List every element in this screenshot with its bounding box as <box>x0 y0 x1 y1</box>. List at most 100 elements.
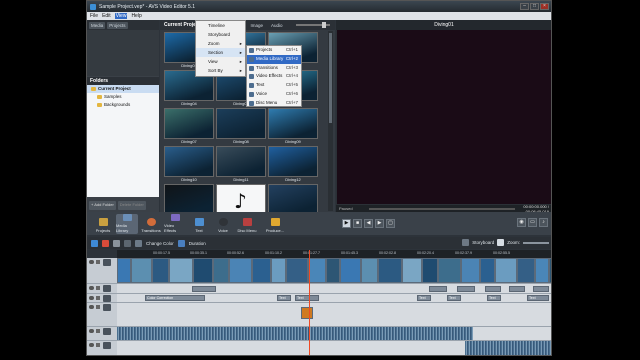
voice-button[interactable]: Voice <box>212 214 234 234</box>
section-projects[interactable]: Projects Ctrl+1 <box>247 46 301 55</box>
minimize-button[interactable]: – <box>520 3 529 10</box>
video-clip[interactable] <box>169 258 193 283</box>
video-clip[interactable] <box>461 258 480 283</box>
transitions-button[interactable]: Transitions <box>140 214 162 234</box>
overlay-track[interactable] <box>117 303 551 327</box>
audio-track[interactable] <box>117 327 551 341</box>
video-clip[interactable] <box>402 258 422 283</box>
preview-seek-bar[interactable] <box>369 207 515 210</box>
menu-file[interactable]: File <box>90 13 98 19</box>
view-menu-section[interactable]: Section ▸ <box>196 48 245 57</box>
section-transitions[interactable]: Transitions Ctrl+3 <box>247 64 301 73</box>
lock-icon[interactable] <box>96 343 100 347</box>
change-color-icon[interactable] <box>135 239 142 247</box>
disc-menu-button[interactable]: Disc Menu <box>236 214 258 234</box>
lock-icon[interactable] <box>96 329 100 333</box>
folder-current-project[interactable]: Current Project <box>87 85 159 93</box>
eye-icon[interactable] <box>89 260 94 264</box>
media-thumbnail[interactable]: Diving10 <box>164 146 214 184</box>
filter-image[interactable]: Image <box>248 22 265 29</box>
delete-folder-button[interactable]: Delete Folder <box>117 201 146 210</box>
edit-icon[interactable] <box>91 239 98 247</box>
scrollbar-thumb[interactable] <box>329 33 332 123</box>
video-clip[interactable] <box>152 258 169 283</box>
effect-clip[interactable] <box>457 286 475 292</box>
lock-icon[interactable] <box>96 286 100 290</box>
timeline-zoom-slider[interactable] <box>523 241 549 244</box>
view-menu-storyboard[interactable]: Storyboard <box>196 30 245 39</box>
text-clip[interactable]: Text <box>295 295 319 301</box>
section-voice[interactable]: Voice Ctrl+6 <box>247 90 301 99</box>
video-clip[interactable] <box>326 258 340 283</box>
video-clip[interactable] <box>117 258 131 283</box>
add-folder-button[interactable]: + Add Folder <box>89 201 116 210</box>
fullscreen-button[interactable]: ▢ <box>386 218 395 228</box>
text-clip[interactable]: Text <box>417 295 431 301</box>
stop-button[interactable]: ■ <box>353 218 362 228</box>
text-button[interactable]: Text <box>188 214 210 234</box>
music-track[interactable] <box>117 341 551 355</box>
video-clip[interactable] <box>229 258 252 283</box>
view-menu-timeline[interactable]: Timeline <box>196 21 245 30</box>
effect-clip[interactable] <box>485 286 501 292</box>
folder-samples[interactable]: Samples <box>87 93 159 101</box>
section-media-library[interactable]: Media Library Ctrl+2 <box>247 54 301 64</box>
video-clip[interactable] <box>535 258 549 283</box>
slider-knob[interactable] <box>322 22 327 28</box>
video-effects-button[interactable]: Video Effects <box>164 213 186 234</box>
overlay-clip[interactable] <box>301 307 313 319</box>
section-disc-menu[interactable]: Disc Menu Ctrl+7 <box>247 99 301 108</box>
lock-icon[interactable] <box>96 296 100 300</box>
volume-icon[interactable]: ♪ <box>539 218 548 227</box>
camera-icon[interactable] <box>497 239 505 246</box>
video-clip[interactable] <box>286 258 308 283</box>
monitor-icon[interactable]: ▭ <box>528 218 537 227</box>
filter-audio[interactable]: Audio <box>269 22 285 29</box>
menu-edit[interactable]: Edit <box>102 13 111 19</box>
text-clip[interactable]: Color Correction <box>145 295 205 301</box>
timeline-playhead[interactable] <box>309 250 310 355</box>
video-clip[interactable] <box>378 258 402 283</box>
video-track[interactable] <box>117 258 551 284</box>
view-menu-sort-by[interactable]: Sort By ▸ <box>196 66 245 75</box>
view-menu-zoom[interactable]: Zoom ▸ <box>196 39 245 48</box>
section-text[interactable]: Text Ctrl+5 <box>247 81 301 90</box>
duration-icon[interactable] <box>177 239 185 247</box>
video-clip[interactable] <box>361 258 378 283</box>
projects-button[interactable]: Projects <box>92 214 114 234</box>
split-icon[interactable] <box>113 239 120 247</box>
change-color-button[interactable]: Change Color <box>146 241 174 246</box>
text-clip[interactable]: Text <box>447 295 461 301</box>
video-clip[interactable] <box>438 258 461 283</box>
lock-icon[interactable] <box>96 260 100 264</box>
play-button[interactable]: ▶ <box>342 218 351 228</box>
video-clip[interactable] <box>193 258 213 283</box>
video-clip[interactable] <box>271 258 286 283</box>
effect-clip[interactable] <box>533 286 549 292</box>
media-thumbnail[interactable]: Diving12 <box>268 146 318 184</box>
effect-clip[interactable] <box>192 286 216 292</box>
eye-icon[interactable] <box>89 343 94 347</box>
delete-icon[interactable] <box>102 239 109 247</box>
effect-clip[interactable] <box>509 286 525 292</box>
library-scrollbar[interactable] <box>328 31 333 211</box>
undo-icon[interactable] <box>124 239 131 247</box>
duration-button[interactable]: Duration <box>189 241 206 246</box>
video-clip[interactable] <box>340 258 361 283</box>
video-clip[interactable] <box>480 258 495 283</box>
music-waveform[interactable] <box>465 341 551 355</box>
snapshot-icon[interactable]: ◉ <box>517 218 526 227</box>
media-thumbnail[interactable]: Diving08 <box>216 108 266 146</box>
video-clip[interactable] <box>549 258 551 283</box>
eye-icon[interactable] <box>89 286 94 290</box>
media-thumbnail[interactable]: Diving07 <box>164 108 214 146</box>
eye-icon[interactable] <box>89 296 94 300</box>
produce-button[interactable]: Produce... <box>260 214 290 234</box>
close-button[interactable]: × <box>540 3 549 10</box>
section-video-effects[interactable]: Video Effects Ctrl+4 <box>247 72 301 81</box>
eye-icon[interactable] <box>89 329 94 333</box>
video-clip[interactable] <box>131 258 152 283</box>
storyboard-button[interactable]: Storyboard <box>472 240 494 245</box>
eye-icon[interactable] <box>89 305 94 309</box>
text-track[interactable]: Color Correction Text Text Text Text Tex… <box>117 294 551 303</box>
